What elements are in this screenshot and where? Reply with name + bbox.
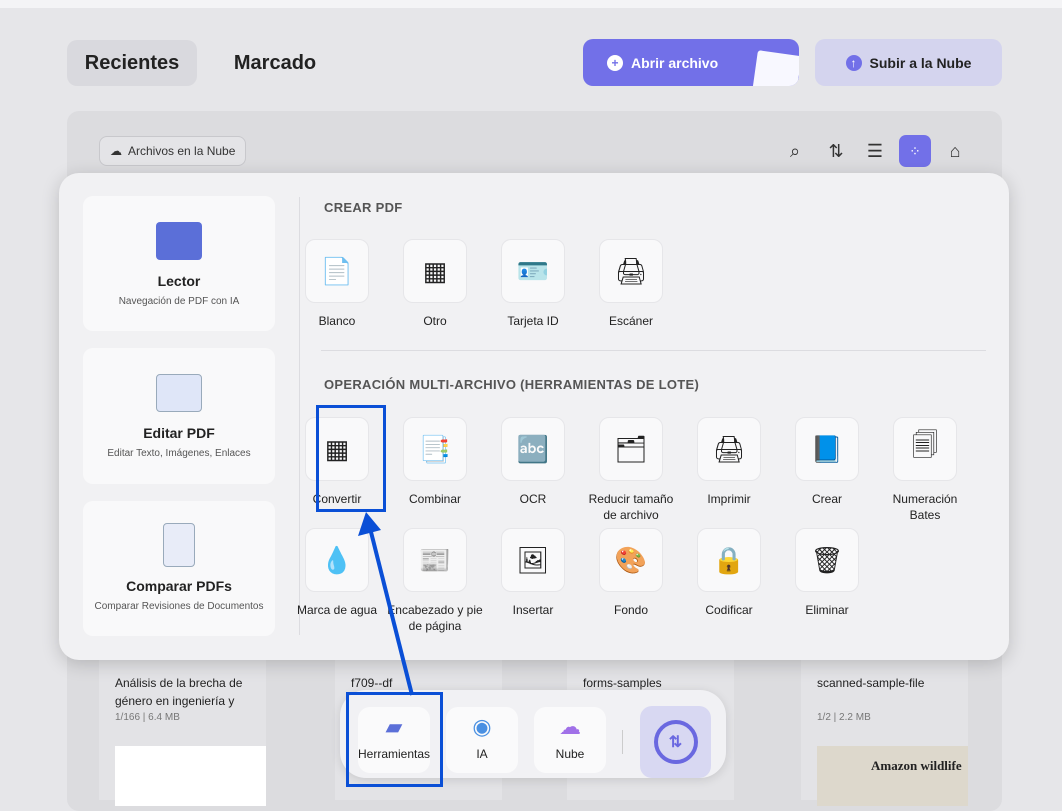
annotation-arrow (358, 512, 414, 696)
